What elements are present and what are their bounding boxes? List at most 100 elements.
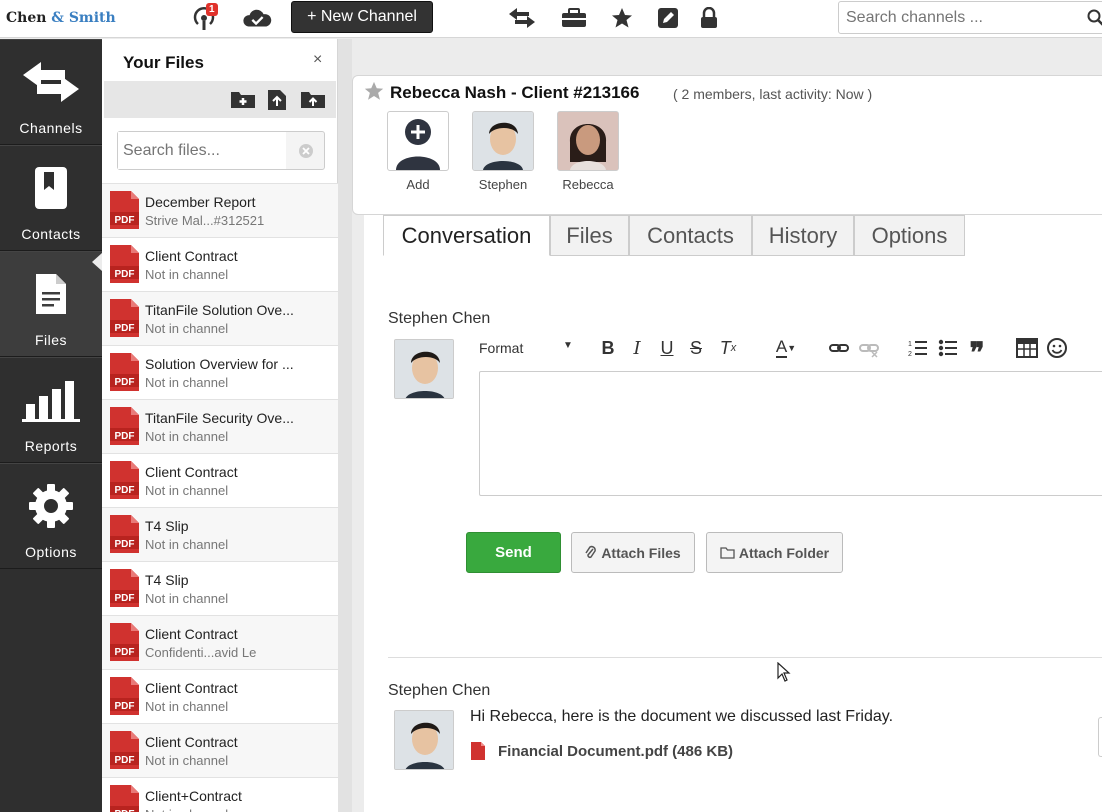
active-nav-pointer (92, 253, 102, 271)
chevron-down-icon[interactable]: ▼ (563, 340, 573, 351)
nav-item-channels[interactable]: Channels (0, 39, 102, 145)
brand-logo[interactable]: Chen & Smith (6, 10, 116, 26)
file-location: Not in channel (145, 375, 229, 390)
file-location: Confidenti...avid Le (145, 645, 257, 660)
file-list-item[interactable]: PDF Client Contract Confidenti...avid Le (102, 615, 338, 669)
file-list-item[interactable]: PDF Client Contract Not in channel (102, 453, 338, 507)
channel-header-card: Rebecca Nash - Client #213166 ( 2 member… (352, 75, 1102, 215)
file-list-item[interactable]: PDF TitanFile Security Ove... Not in chann… (102, 399, 338, 453)
main-nav: Channels Contacts Files Reports Options (0, 39, 102, 812)
file-list-item[interactable]: PDF Solution Overview for ... Not in chann… (102, 345, 338, 399)
favorite-star-icon[interactable] (363, 80, 385, 102)
text-color-button[interactable]: A ▼ (771, 337, 801, 359)
format-dropdown[interactable]: Format (479, 340, 523, 356)
numbered-list-icon[interactable]: 1 2 (908, 337, 928, 359)
tab-files[interactable]: Files (550, 215, 629, 256)
bold-button[interactable]: B (599, 337, 617, 359)
files-toolbar (104, 81, 336, 118)
new-folder-icon[interactable] (230, 89, 256, 109)
side-panel-handle[interactable] (1098, 717, 1102, 757)
channel-search-input[interactable] (839, 2, 1079, 33)
file-list-item[interactable]: PDF Client Contract Not in channel (102, 723, 338, 777)
file-name: T4 Slip (145, 518, 189, 534)
attach-folder-button[interactable]: Attach Folder (706, 532, 843, 573)
strikethrough-button[interactable]: S (687, 337, 705, 359)
file-location: Not in channel (145, 753, 229, 768)
send-button[interactable]: Send (466, 532, 561, 573)
attachment-name[interactable]: Financial Document.pdf (486 KB) (498, 743, 733, 760)
svg-text:2: 2 (908, 351, 912, 358)
file-list-item[interactable]: PDF December Report Strive Mal...#312521 (102, 183, 338, 237)
member-name: Stephen (478, 177, 528, 192)
transfer-button[interactable] (507, 4, 537, 32)
svg-text:PDF: PDF (115, 269, 135, 280)
table-icon[interactable] (1016, 337, 1038, 359)
italic-button[interactable]: I (628, 337, 646, 359)
file-name: Client+Contract (145, 788, 242, 804)
attach-files-button[interactable]: Attach Files (571, 532, 695, 573)
link-icon[interactable] (829, 337, 849, 359)
file-location: Strive Mal...#312521 (145, 213, 265, 228)
edit-button[interactable] (653, 4, 683, 32)
member-stephen[interactable]: Stephen (463, 111, 543, 192)
upload-folder-icon[interactable] (300, 89, 326, 109)
nav-item-reports[interactable]: Reports (0, 357, 102, 463)
nav-item-contacts[interactable]: Contacts (0, 145, 102, 251)
avatar (473, 112, 533, 170)
clear-search-icon[interactable] (298, 143, 314, 159)
brand-amp: & (51, 10, 64, 26)
security-button[interactable] (694, 4, 724, 32)
file-list-item[interactable]: PDF Client+Contract Not in channel (102, 777, 338, 812)
underline-button[interactable]: U (658, 337, 676, 359)
pdf-file-icon: PDF (110, 515, 139, 553)
conversation-area: Conversation Files Contacts History Opti… (364, 215, 1102, 812)
new-channel-button[interactable]: + New Channel (291, 1, 433, 33)
file-name: Client Contract (145, 680, 238, 696)
nav-label-contacts: Contacts (21, 226, 81, 242)
toolbox-button[interactable] (559, 4, 589, 32)
search-icon[interactable] (1087, 9, 1102, 27)
blockquote-button[interactable]: ❞ (965, 337, 989, 367)
file-search-input[interactable] (118, 132, 286, 169)
svg-text:PDF: PDF (115, 701, 135, 712)
file-list-item[interactable]: PDF T4 Slip Not in channel (102, 561, 338, 615)
unlink-icon[interactable] (859, 337, 879, 359)
emoji-icon[interactable] (1046, 337, 1068, 359)
cloud-check-icon (243, 9, 272, 27)
add-user-icon (396, 119, 440, 170)
file-search[interactable] (117, 131, 325, 170)
message-attachment[interactable]: Financial Document.pdf (486 KB) (470, 741, 733, 761)
notifications-button[interactable]: 1 (190, 3, 220, 32)
favorites-button[interactable] (607, 4, 637, 32)
file-name: Client Contract (145, 626, 238, 642)
tab-options[interactable]: Options (854, 215, 965, 256)
add-member-button[interactable]: Add (378, 111, 458, 192)
file-location: Not in channel (145, 591, 229, 606)
file-name: Client Contract (145, 464, 238, 480)
message-editor[interactable] (479, 371, 1102, 496)
user-photo-icon (395, 340, 453, 398)
bullet-list-icon[interactable] (938, 337, 958, 359)
channel-search[interactable] (838, 1, 1102, 34)
file-list-item[interactable]: PDF Client Contract Not in channel (102, 669, 338, 723)
sync-button[interactable] (242, 4, 272, 32)
nav-item-files[interactable]: Files (0, 251, 102, 357)
document-icon (36, 274, 66, 314)
folder-icon (720, 547, 735, 559)
attach-folder-label: Attach Folder (738, 544, 830, 561)
file-list-item[interactable]: PDF T4 Slip Not in channel (102, 507, 338, 561)
svg-text:PDF: PDF (115, 593, 135, 604)
file-location: Not in channel (145, 267, 229, 282)
tab-history[interactable]: History (752, 215, 854, 256)
brand-part1: Chen (6, 10, 47, 26)
close-icon[interactable]: × (313, 51, 322, 69)
clear-format-button[interactable]: Tx (717, 337, 739, 359)
member-rebecca[interactable]: Rebecca (548, 111, 628, 192)
file-list-item[interactable]: PDF Client Contract Not in channel (102, 237, 338, 291)
upload-file-icon[interactable] (266, 89, 288, 111)
tab-contacts[interactable]: Contacts (629, 215, 752, 256)
message-divider (388, 657, 1102, 658)
file-list-item[interactable]: PDF TitanFile Solution Ove... Not in chann… (102, 291, 338, 345)
nav-item-options[interactable]: Options (0, 463, 102, 569)
tab-conversation[interactable]: Conversation (383, 215, 550, 256)
